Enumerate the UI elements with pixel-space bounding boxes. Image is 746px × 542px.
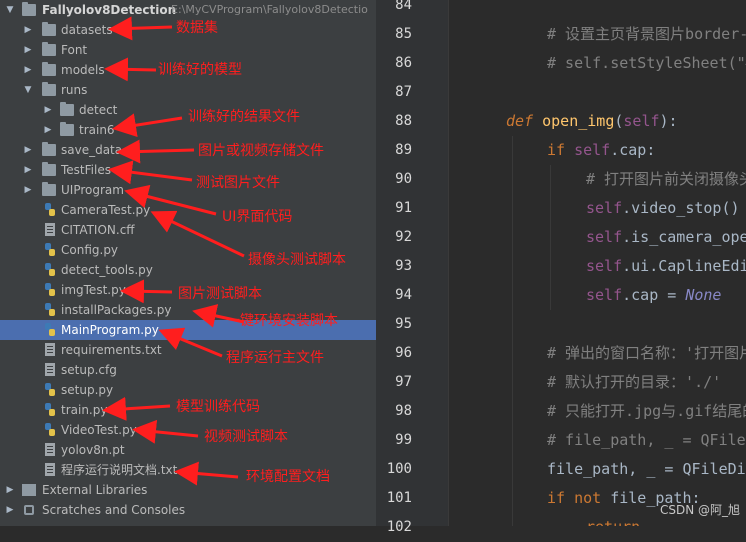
code-line: # 设置主页背景图片border-image: url(:/icons/ui_i… bbox=[547, 25, 746, 43]
line-number: 95 bbox=[395, 316, 412, 332]
annotation-label: 摄像头测试脚本 bbox=[248, 252, 346, 268]
line-number: 93 bbox=[395, 258, 412, 274]
arrow-runs bbox=[112, 113, 183, 138]
code-line: file_path, _ = QFileDialog.getOpenFileNa… bbox=[547, 460, 746, 478]
code-line: # 默认打开的目录：'./' bbox=[547, 373, 722, 391]
arrow-datasets bbox=[108, 16, 173, 41]
code-line: self.cap = None bbox=[586, 286, 722, 304]
arrow-save-data bbox=[116, 139, 195, 164]
code-line: self.ui.CaplineEdit.setText('摄像头未开启') bbox=[586, 257, 746, 275]
annotation-label: 图片测试脚本 bbox=[178, 286, 262, 302]
annotation-label: 训练好的结果文件 bbox=[188, 109, 300, 125]
line-number: 98 bbox=[395, 403, 412, 419]
arrow-imgtest bbox=[120, 279, 173, 304]
line-number: 85 bbox=[395, 26, 412, 42]
annotation-label: UI界面代码 bbox=[222, 209, 293, 225]
line-number: 92 bbox=[395, 229, 412, 245]
arrow-mainprogram bbox=[158, 327, 223, 358]
line-number: 87 bbox=[395, 84, 412, 100]
code-line: if self.cap: bbox=[547, 141, 656, 159]
annotation-label: 测试图片文件 bbox=[196, 175, 280, 191]
annotation-label: 模型训练代码 bbox=[176, 399, 260, 415]
code-editor[interactable]: # 设置主页背景图片border-image: url(:/icons/ui_i… bbox=[449, 0, 746, 526]
line-number: 84 bbox=[395, 0, 412, 13]
line-number: 94 bbox=[395, 287, 412, 303]
indent-guide bbox=[512, 136, 513, 526]
editor-gutter: 84 85 86 87 88 89 90 91 92 93 94 95 96 9… bbox=[376, 0, 449, 535]
line-number: 88 bbox=[395, 113, 412, 129]
arrow-videotest bbox=[132, 419, 199, 444]
line-number: 101 bbox=[386, 490, 412, 506]
arrow-readme bbox=[174, 461, 239, 486]
line-number: 100 bbox=[386, 461, 412, 477]
line-number: 86 bbox=[395, 55, 412, 71]
code-line: def open_img(self): bbox=[506, 112, 678, 130]
annotation-label: 数据集 bbox=[176, 20, 218, 36]
code-line: self.is_camera_open = False bbox=[586, 228, 746, 246]
arrow-testfiles bbox=[108, 160, 193, 185]
line-number: 89 bbox=[395, 142, 412, 158]
line-number: 91 bbox=[395, 200, 412, 216]
line-number: 96 bbox=[395, 345, 412, 361]
annotation-label: 环境配置文档 bbox=[246, 469, 330, 485]
indent-guide bbox=[550, 165, 551, 310]
annotation-label: 一键环境安装脚本 bbox=[226, 313, 338, 329]
code-line: # 弹出的窗口名称：'打开图片' bbox=[547, 344, 746, 362]
code-line: # 打开图片前关闭摄像头 bbox=[586, 170, 746, 188]
arrow-train bbox=[102, 396, 171, 421]
line-number: 97 bbox=[395, 374, 412, 390]
line-number: 99 bbox=[395, 432, 412, 448]
line-number: 102 bbox=[386, 519, 412, 535]
code-line: # self.setStyleSheet("#MainWindow{backgr… bbox=[547, 54, 746, 72]
code-line: # file_path, _ = QFileDialog.getOpenFile… bbox=[547, 431, 746, 449]
annotation-label: 训练好的模型 bbox=[158, 62, 242, 78]
code-line: return bbox=[586, 513, 640, 526]
annotation-label: 视频测试脚本 bbox=[204, 429, 288, 445]
code-line: # 只能打开.jpg与.gif结尾的图片文件 bbox=[547, 402, 746, 420]
watermark: CSDN @阿_旭 bbox=[659, 503, 740, 517]
annotation-label: 图片或视频存储文件 bbox=[198, 143, 324, 159]
line-number: 90 bbox=[395, 171, 412, 187]
arrow-models bbox=[104, 57, 157, 82]
code-line: self.video_stop() bbox=[586, 199, 740, 217]
annotation-label: 程序运行主文件 bbox=[226, 350, 324, 366]
arrow-uiprogram bbox=[124, 184, 217, 216]
